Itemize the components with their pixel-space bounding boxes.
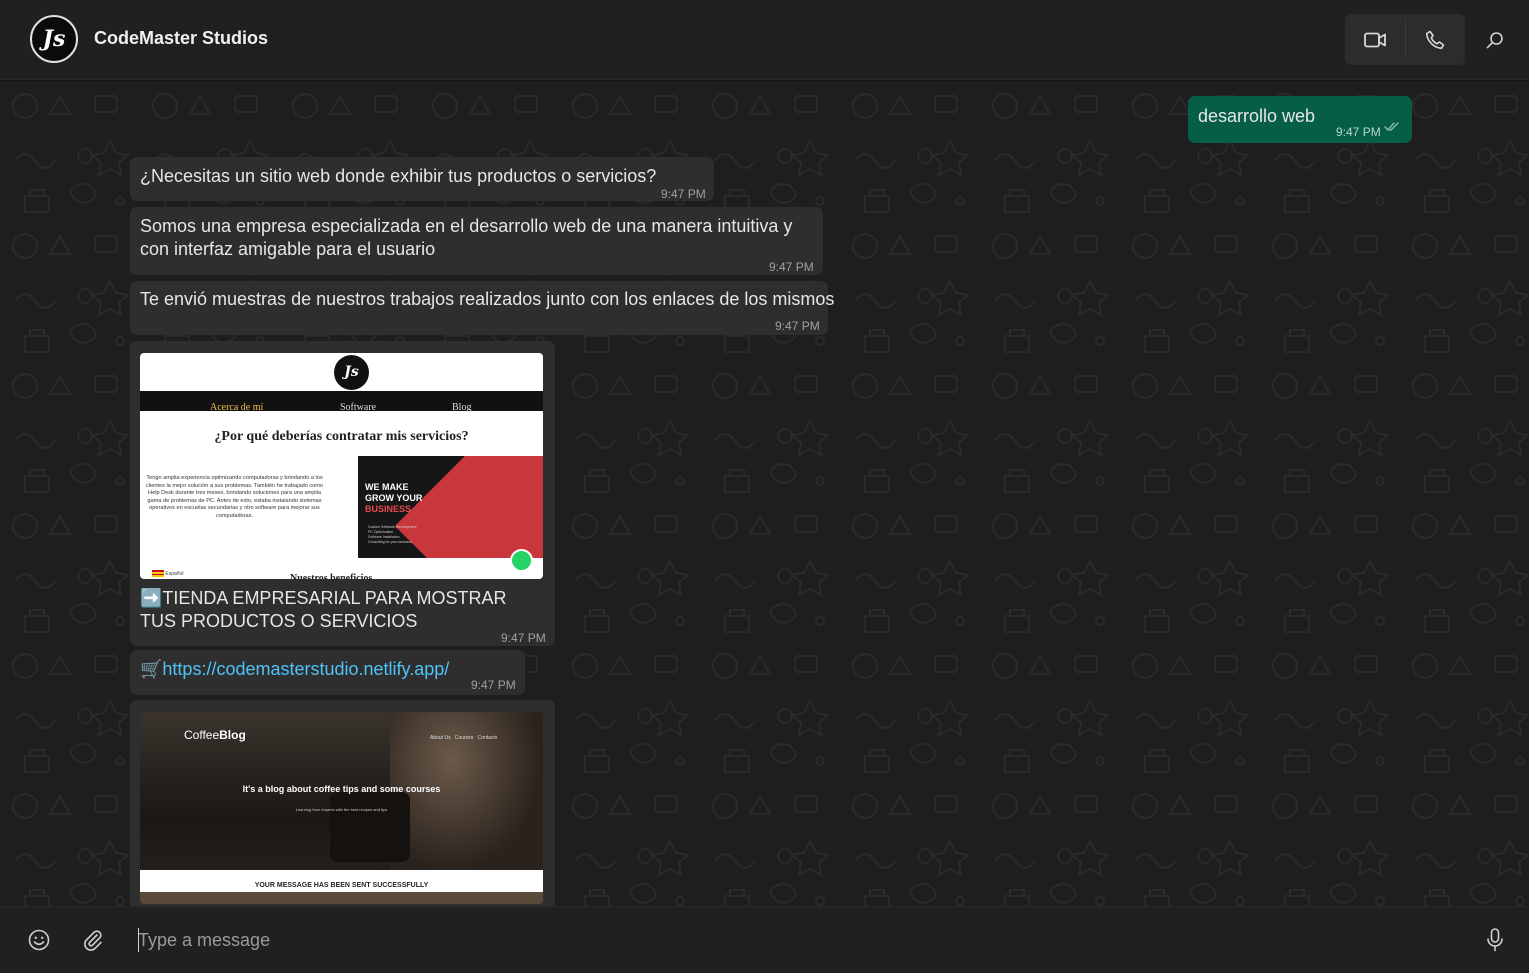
message-input[interactable]: [130, 919, 1450, 961]
preview-heading: ¿Por qué deberías contratar mis servicio…: [214, 429, 469, 444]
emoji-button[interactable]: [24, 925, 54, 955]
website-preview-image[interactable]: Js Acerca de mí Software Blog ¿Por qué d…: [140, 353, 543, 579]
read-ticks-icon: [1384, 122, 1399, 132]
message-image-incoming[interactable]: CoffeeBlog About Us Courses Contacts It'…: [130, 700, 555, 906]
message-text: 🛒https://codemasterstudio.netlify.app/: [140, 658, 449, 681]
video-call-button[interactable]: [1345, 14, 1405, 65]
message-time: 9:47 PM: [775, 319, 820, 333]
message-text: ¿Necesitas un sitio web donde exhibir tu…: [140, 166, 657, 186]
emoji-icon: [28, 929, 50, 951]
preview-language: Español: [152, 563, 183, 579]
message-time: 9:47 PM: [661, 187, 706, 201]
attach-button[interactable]: [78, 925, 108, 955]
message-incoming[interactable]: Somos una empresa especializada en el de…: [130, 207, 823, 275]
cart-icon: 🛒: [140, 659, 163, 679]
message-composer: [0, 906, 1529, 973]
message-time: 9:47 PM: [471, 678, 516, 692]
message-incoming[interactable]: ¿Necesitas un sitio web donde exhibir tu…: [130, 157, 714, 201]
preview-nav: Acerca de mí Software Blog: [140, 391, 543, 413]
image-caption: ➡️TIENDA EMPRESARIAL PARA MOSTRAR TUS PR…: [140, 588, 507, 631]
voice-call-button[interactable]: [1405, 14, 1465, 65]
coffee-blog-subline: Learning from experts with the best reci…: [295, 807, 388, 812]
voice-call-icon: [1426, 30, 1445, 49]
message-time: 9:47 PM: [769, 260, 814, 274]
preview-banner: WE MAKE GROW YOUR BUSINESS Custom Softwa…: [358, 456, 543, 558]
chat-header: Js CodeMaster Studios: [0, 0, 1529, 80]
attach-icon: [84, 930, 102, 951]
message-text: desarrollo web: [1198, 106, 1316, 126]
success-notice: YOUR MESSAGE HAS BEEN SENT SUCCESSFULLY: [140, 870, 543, 892]
voice-message-button[interactable]: [1480, 925, 1510, 955]
contact-name[interactable]: CodeMaster Studios: [94, 28, 268, 49]
coffee-blog-brand: CoffeeBlog: [184, 728, 246, 742]
search-icon: [1486, 32, 1503, 49]
message-text: Somos una empresa especializada en el de…: [140, 216, 793, 259]
preview-body: Tengo amplia experiencia optimizando com…: [145, 475, 324, 519]
coffee-blog-preview-image[interactable]: CoffeeBlog About Us Courses Contacts It'…: [140, 712, 543, 904]
message-incoming[interactable]: 🛒https://codemasterstudio.netlify.app/ 9…: [130, 650, 525, 695]
preview-logo: Js: [334, 355, 369, 390]
coffee-blog-nav: About Us Courses Contacts: [430, 735, 498, 741]
avatar-initials: Js: [42, 26, 66, 52]
search-button[interactable]: [1480, 25, 1510, 55]
text-caret: [138, 928, 139, 952]
whatsapp-float-icon: [510, 549, 533, 572]
message-time: 9:47 PM: [1336, 125, 1381, 139]
call-buttons-group: [1345, 14, 1465, 65]
website-link[interactable]: https://codemasterstudio.netlify.app/: [162, 659, 449, 679]
video-call-icon: [1363, 32, 1386, 47]
contact-avatar[interactable]: Js: [30, 15, 78, 63]
message-text: Te envió muestras de nuestros trabajos r…: [140, 289, 835, 309]
message-time: 9:47 PM: [501, 631, 546, 645]
message-outgoing[interactable]: desarrollo web 9:47 PM: [1188, 96, 1412, 143]
arrow-right-icon: ➡️: [140, 588, 163, 608]
message-incoming[interactable]: Te envió muestras de nuestros trabajos r…: [130, 281, 834, 335]
message-image-incoming[interactable]: Js Acerca de mí Software Blog ¿Por qué d…: [130, 341, 555, 646]
microphone-icon: [1487, 928, 1503, 952]
conversation-panel[interactable]: desarrollo web 9:47 PM ¿Necesitas un sit…: [0, 81, 1529, 906]
preview-footer-heading: Nuestros beneficios: [290, 573, 373, 579]
